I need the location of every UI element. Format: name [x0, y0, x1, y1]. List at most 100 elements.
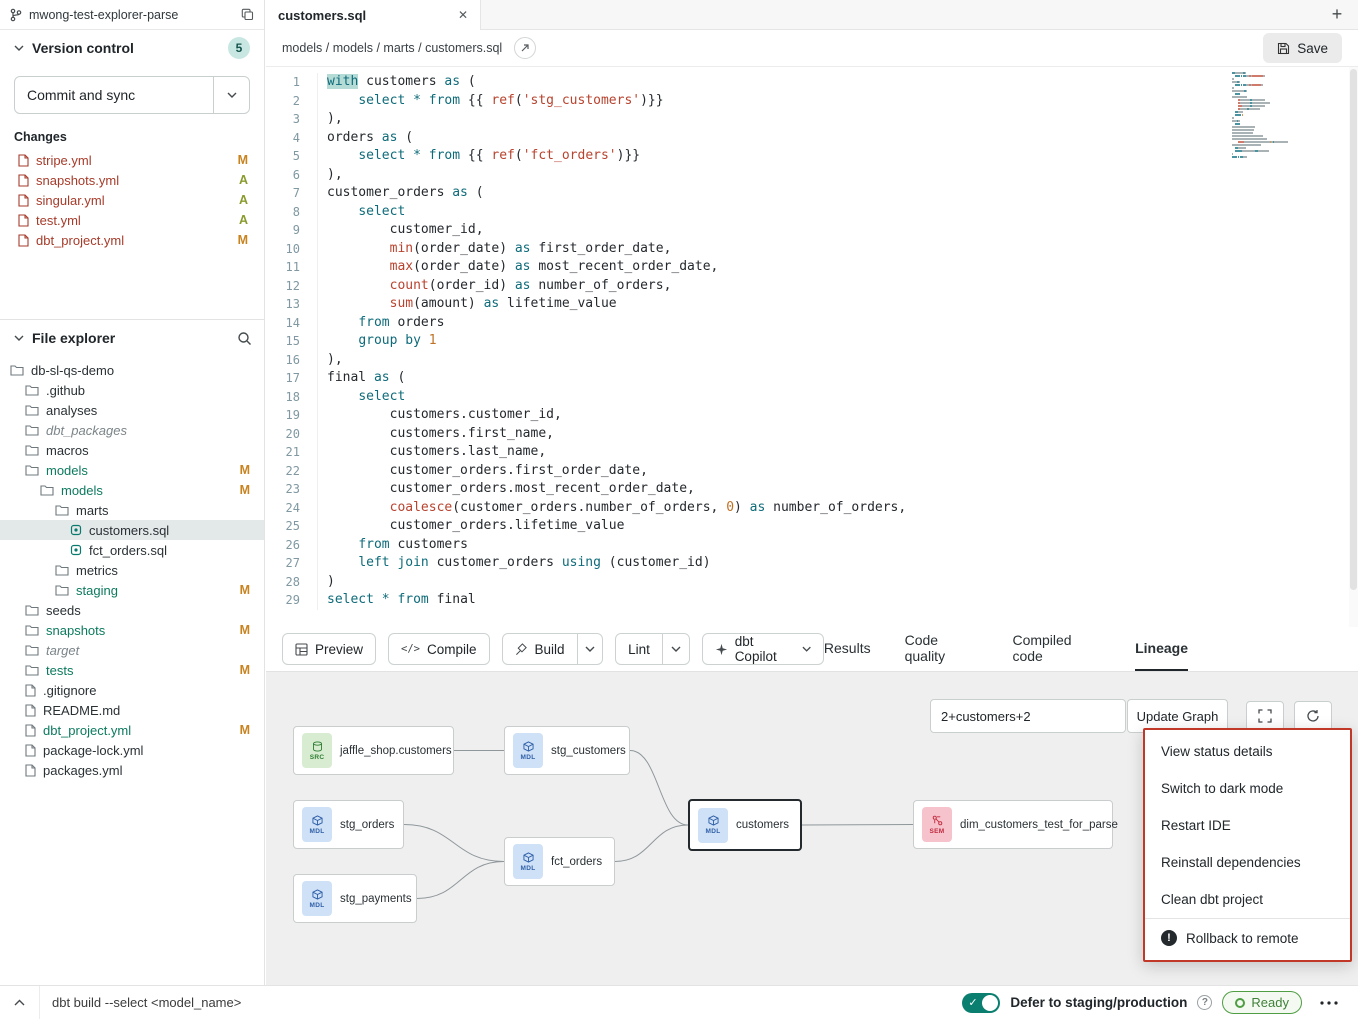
dbt-copilot-button[interactable]: dbt Copilot	[703, 634, 823, 664]
open-file-link-button[interactable]	[514, 37, 536, 59]
tab-compiled-code[interactable]: Compiled code	[1012, 627, 1101, 671]
menu-item-reinstall-dependencies[interactable]: Reinstall dependencies	[1145, 844, 1350, 881]
code-editor[interactable]: 1with customers as (2 select * from {{ r…	[266, 67, 1358, 627]
tree-item-metrics[interactable]: metrics	[0, 560, 264, 580]
tree-item-customers-sql[interactable]: customers.sql	[0, 520, 264, 540]
changed-file-snapshots-yml[interactable]: snapshots.ymlA	[0, 170, 264, 190]
menu-item-clean-dbt-project[interactable]: Clean dbt project	[1145, 881, 1350, 918]
code-line[interactable]: 13 sum(amount) as lifetime_value	[266, 295, 1278, 314]
tab-customers-sql[interactable]: customers.sql ✕	[266, 0, 481, 30]
tab-code-quality[interactable]: Code quality	[905, 627, 979, 671]
more-options-button[interactable]	[1312, 990, 1346, 1016]
tree-item--gitignore[interactable]: .gitignore	[0, 680, 264, 700]
new-tab-button[interactable]: +	[1316, 0, 1358, 29]
code-line[interactable]: 28)	[266, 573, 1278, 592]
code-line[interactable]: 14 from orders	[266, 314, 1278, 333]
tree-item-tests[interactable]: testsM	[0, 660, 264, 680]
minimap[interactable]	[1232, 72, 1290, 159]
lint-options-caret[interactable]	[662, 634, 689, 664]
tab-lineage[interactable]: Lineage	[1135, 627, 1188, 671]
file-explorer-header[interactable]: File explorer	[0, 320, 264, 356]
code-line[interactable]: 20 customers.first_name,	[266, 425, 1278, 444]
menu-item-restart-ide[interactable]: Restart IDE	[1145, 807, 1350, 844]
changed-file-singular-yml[interactable]: singular.ymlA	[0, 190, 264, 210]
lineage-node-dim-customers-test-for-parse[interactable]: SEMdim_customers_test_for_parse	[913, 800, 1113, 849]
lineage-selector-input[interactable]	[930, 699, 1126, 733]
lineage-node-jaffle-shop-customers[interactable]: SRCjaffle_shop.customers	[293, 726, 454, 775]
fullscreen-button[interactable]	[1246, 701, 1284, 731]
tree-item-analyses[interactable]: analyses	[0, 400, 264, 420]
lint-button[interactable]: Lint	[616, 634, 662, 664]
tree-item-macros[interactable]: macros	[0, 440, 264, 460]
code-line[interactable]: 2 select * from {{ ref('stg_customers')}…	[266, 92, 1278, 111]
code-line[interactable]: 1with customers as (	[266, 73, 1278, 92]
code-line[interactable]: 12 count(order_id) as number_of_orders,	[266, 277, 1278, 296]
build-button[interactable]: Build	[503, 634, 577, 664]
tree-item-dbt-project-yml[interactable]: dbt_project.ymlM	[0, 720, 264, 740]
cli-command-text[interactable]: dbt build --select <model_name>	[52, 995, 241, 1010]
preview-button[interactable]: Preview	[282, 633, 376, 665]
code-line[interactable]: 7customer_orders as (	[266, 184, 1278, 203]
menu-item-rollback-to-remote[interactable]: !Rollback to remote	[1145, 918, 1350, 957]
refresh-button[interactable]	[1294, 701, 1332, 731]
tree-item-dbt-packages[interactable]: dbt_packages	[0, 420, 264, 440]
tree-item-snapshots[interactable]: snapshotsM	[0, 620, 264, 640]
code-line[interactable]: 5 select * from {{ ref('fct_orders')}}	[266, 147, 1278, 166]
commit-options-caret[interactable]	[213, 77, 249, 113]
changed-file-test-yml[interactable]: test.ymlA	[0, 210, 264, 230]
menu-item-view-status-details[interactable]: View status details	[1145, 733, 1350, 770]
compile-button[interactable]: </> Compile	[388, 633, 490, 665]
changed-file-stripe-yml[interactable]: stripe.ymlM	[0, 150, 264, 170]
changed-file-dbt-project-yml[interactable]: dbt_project.ymlM	[0, 230, 264, 250]
tab-results[interactable]: Results	[824, 627, 871, 671]
code-line[interactable]: 23 customer_orders.most_recent_order_dat…	[266, 480, 1278, 499]
tree-item--github[interactable]: .github	[0, 380, 264, 400]
code-line[interactable]: 9 customer_id,	[266, 221, 1278, 240]
expand-panel-button[interactable]	[0, 986, 40, 1019]
lineage-node-fct-orders[interactable]: MDLfct_orders	[504, 837, 615, 886]
code-line[interactable]: 24 coalesce(customer_orders.number_of_or…	[266, 499, 1278, 518]
code-line[interactable]: 17final as (	[266, 369, 1278, 388]
build-options-caret[interactable]	[577, 634, 603, 664]
tree-item-marts[interactable]: marts	[0, 500, 264, 520]
close-icon[interactable]: ✕	[458, 8, 468, 22]
version-control-header[interactable]: Version control 5	[0, 30, 264, 66]
lineage-node-stg-payments[interactable]: MDLstg_payments	[293, 874, 417, 923]
tree-item-package-lock-yml[interactable]: package-lock.yml	[0, 740, 264, 760]
code-line[interactable]: 3),	[266, 110, 1278, 129]
code-line[interactable]: 6),	[266, 166, 1278, 185]
lineage-node-stg-orders[interactable]: MDLstg_orders	[293, 800, 404, 849]
lineage-node-customers[interactable]: MDLcustomers	[688, 799, 802, 851]
help-icon[interactable]: ?	[1197, 995, 1212, 1010]
code-line[interactable]: 22 customer_orders.first_order_date,	[266, 462, 1278, 481]
code-line[interactable]: 26 from customers	[266, 536, 1278, 555]
tree-item-models[interactable]: modelsM	[0, 460, 264, 480]
copy-icon[interactable]	[241, 8, 254, 21]
defer-toggle[interactable]: ✓	[962, 993, 1000, 1013]
scrollbar-thumb[interactable]	[1350, 69, 1357, 590]
code-line[interactable]: 21 customers.last_name,	[266, 443, 1278, 462]
code-line[interactable]: 18 select	[266, 388, 1278, 407]
save-button[interactable]: Save	[1263, 33, 1342, 63]
tree-item-target[interactable]: target	[0, 640, 264, 660]
code-line[interactable]: 10 min(order_date) as first_order_date,	[266, 240, 1278, 259]
code-line[interactable]: 16),	[266, 351, 1278, 370]
tree-item-packages-yml[interactable]: packages.yml	[0, 760, 264, 780]
lineage-node-stg-customers[interactable]: MDLstg_customers	[504, 726, 630, 775]
tree-item-models[interactable]: modelsM	[0, 480, 264, 500]
tree-item-db-sl-qs-demo[interactable]: db-sl-qs-demo	[0, 360, 264, 380]
code-line[interactable]: 4orders as (	[266, 129, 1278, 148]
code-line[interactable]: 8 select	[266, 203, 1278, 222]
code-line[interactable]: 15 group by 1	[266, 332, 1278, 351]
editor-scrollbar[interactable]	[1349, 67, 1358, 627]
code-line[interactable]: 25 customer_orders.lifetime_value	[266, 517, 1278, 536]
code-line[interactable]: 27 left join customer_orders using (cust…	[266, 554, 1278, 573]
menu-item-switch-to-dark-mode[interactable]: Switch to dark mode	[1145, 770, 1350, 807]
tree-item-staging[interactable]: stagingM	[0, 580, 264, 600]
tree-item-seeds[interactable]: seeds	[0, 600, 264, 620]
status-badge[interactable]: Ready	[1222, 991, 1302, 1014]
code-line[interactable]: 11 max(order_date) as most_recent_order_…	[266, 258, 1278, 277]
code-line[interactable]: 19 customers.customer_id,	[266, 406, 1278, 425]
tree-item-fct-orders-sql[interactable]: fct_orders.sql	[0, 540, 264, 560]
search-icon[interactable]	[237, 331, 252, 346]
